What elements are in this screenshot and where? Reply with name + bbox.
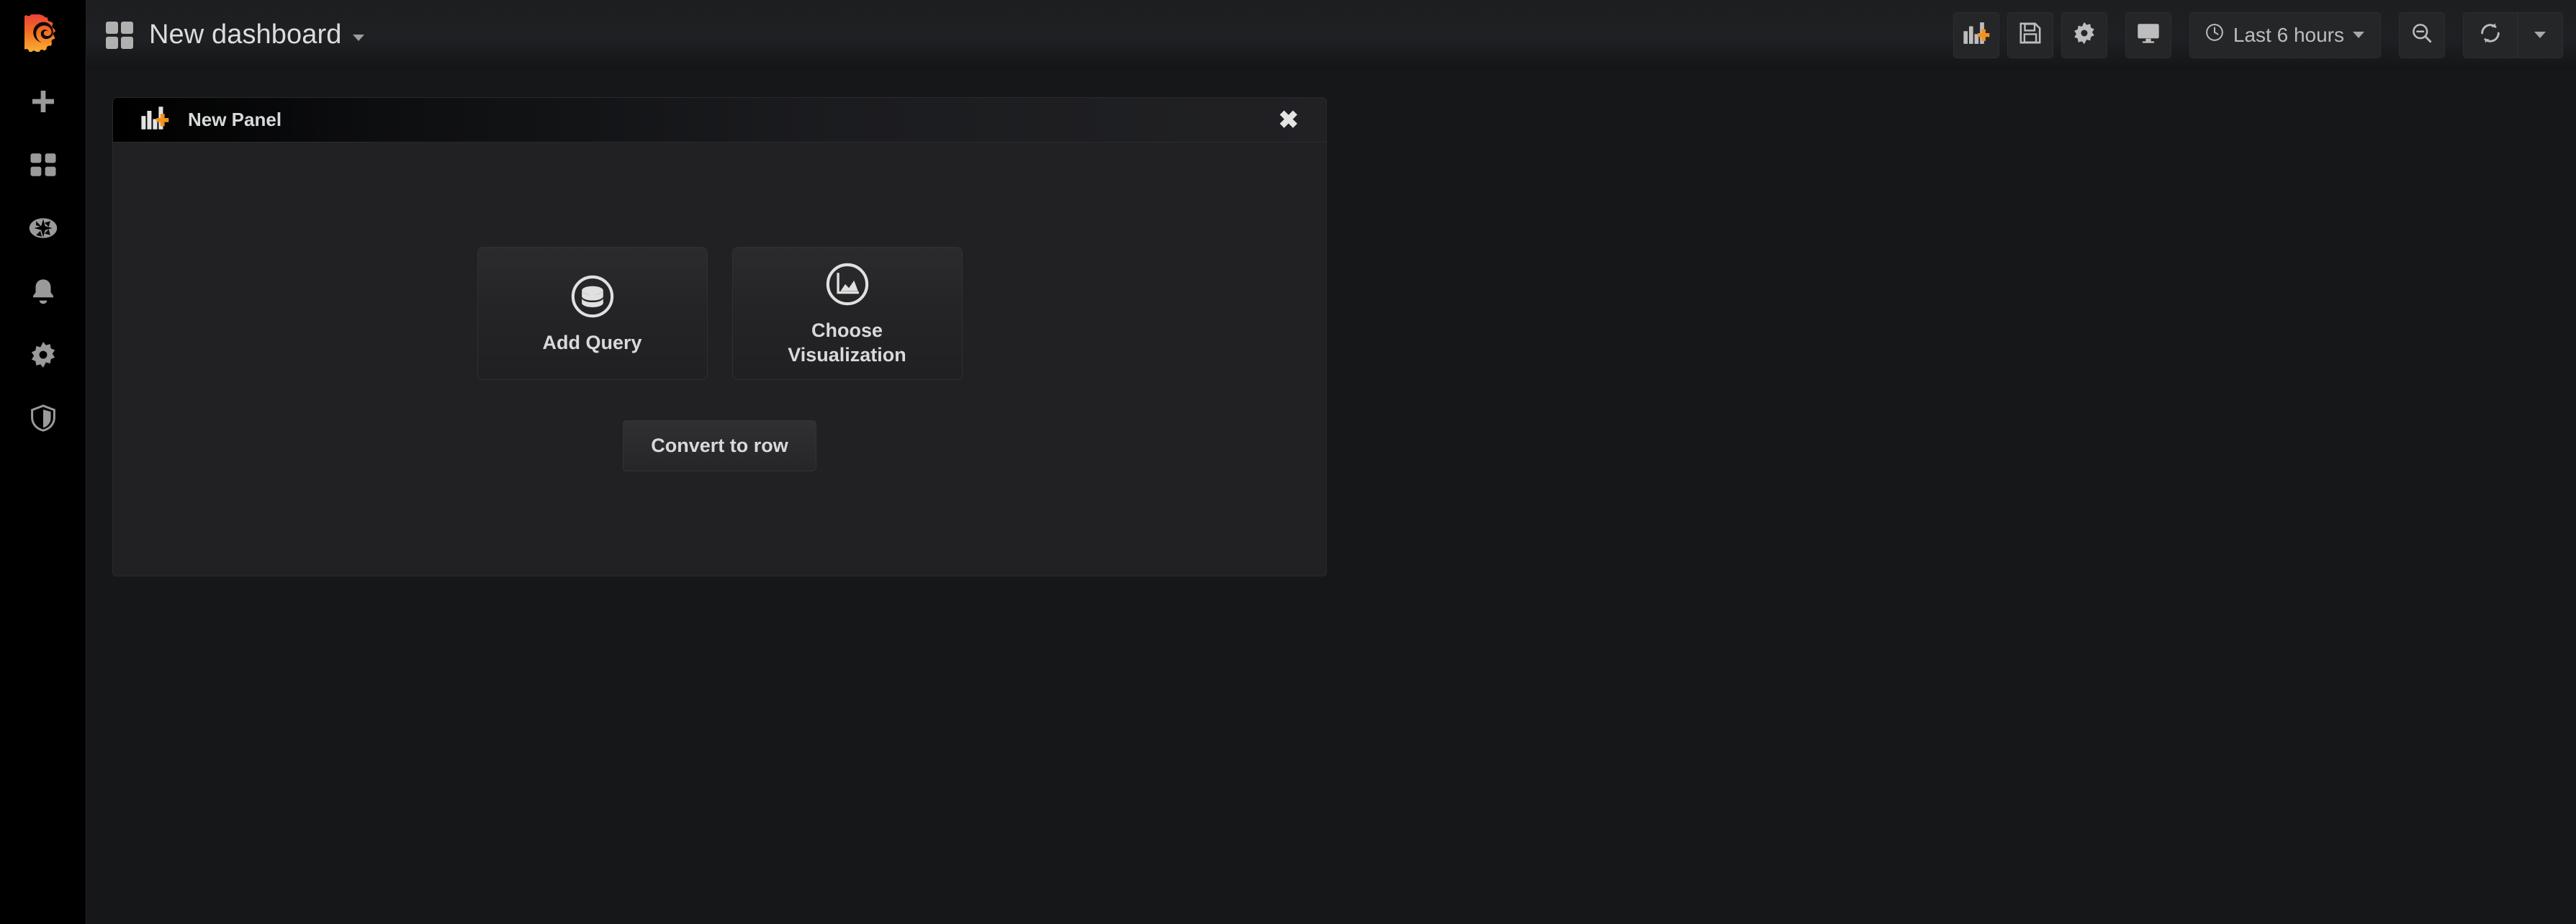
plus-icon xyxy=(29,87,58,116)
zoom-out-button[interactable] xyxy=(2399,12,2445,58)
tv-mode-button[interactable] xyxy=(2125,12,2171,58)
topnav-actions: Last 6 hours xyxy=(1953,12,2576,58)
cv-line1: Choose xyxy=(811,320,883,342)
grafana-logo-icon xyxy=(14,12,62,55)
close-icon[interactable]: ✖ xyxy=(1279,108,1300,132)
gear-icon xyxy=(2071,20,2097,50)
magnifier-minus-icon xyxy=(2410,21,2434,49)
bell-icon xyxy=(28,276,58,307)
add-query-label: Add Query xyxy=(542,332,642,354)
grid-cell xyxy=(106,21,118,34)
convert-to-row-button[interactable]: Convert to row xyxy=(623,420,816,471)
refresh-circular-arrows-icon xyxy=(2478,21,2503,49)
sidebar-item-create[interactable] xyxy=(0,70,86,133)
save-dashboard-button[interactable] xyxy=(2007,12,2053,58)
dashboard-settings-button[interactable] xyxy=(2061,12,2107,58)
sidebar-item-server-admin[interactable] xyxy=(0,386,86,450)
sidebar-item-explore[interactable] xyxy=(0,196,86,260)
database-icon xyxy=(570,274,615,322)
add-query-card[interactable]: Add Query xyxy=(477,247,708,380)
monitor-icon xyxy=(2135,20,2161,50)
cv-line2: Visualization xyxy=(788,344,906,366)
refresh-button[interactable] xyxy=(2464,13,2517,58)
dashboards-grid-icon[interactable] xyxy=(106,21,133,49)
main-sidebar xyxy=(0,0,86,924)
chevron-down-icon xyxy=(2534,32,2546,38)
dashboard-title[interactable]: New dashboard xyxy=(149,19,341,50)
panel-header[interactable]: New Panel ✖ xyxy=(113,98,1326,142)
clock-icon xyxy=(2205,22,2225,47)
compass-icon xyxy=(27,212,59,244)
sidebar-item-configuration[interactable] xyxy=(0,323,86,386)
top-navbar: New dashboard Last 6 hours xyxy=(86,0,2576,70)
time-range-value: Last 6 hours xyxy=(2233,23,2344,46)
sidebar-item-alerting[interactable] xyxy=(0,260,86,323)
sidebar-item-dashboards[interactable] xyxy=(0,133,86,196)
shield-icon xyxy=(28,403,58,433)
grid-cell xyxy=(121,21,133,34)
panel-action-cards: Add Query Choose Visualization xyxy=(477,247,963,380)
grafana-logo-button[interactable] xyxy=(0,0,86,70)
grid-cell xyxy=(121,36,133,49)
panel-title: New Panel xyxy=(188,109,282,130)
add-panel-button[interactable] xyxy=(1953,12,1999,58)
gear-icon xyxy=(28,340,58,370)
panel-body: Add Query Choose Visualization Convert t… xyxy=(113,142,1326,576)
area-chart-icon xyxy=(825,262,870,310)
time-picker[interactable]: Last 6 hours xyxy=(2189,12,2381,58)
add-panel-icon xyxy=(1963,19,1990,50)
grid-cell xyxy=(106,36,118,49)
choose-visualization-label: Choose Visualization xyxy=(788,319,906,368)
dashboards-grid-icon xyxy=(28,150,58,180)
dashboard-canvas: New Panel ✖ Add Query Choose Visualizati… xyxy=(86,70,2576,924)
chevron-down-icon xyxy=(2353,32,2364,38)
panel-new-panel: New Panel ✖ Add Query Choose Visualizati… xyxy=(112,97,1327,576)
add-panel-icon xyxy=(140,104,169,136)
refresh-interval-button[interactable] xyxy=(2518,13,2562,58)
breadcrumb: New dashboard xyxy=(86,19,365,50)
choose-visualization-card[interactable]: Choose Visualization xyxy=(731,247,963,380)
chevron-down-icon[interactable] xyxy=(353,35,365,41)
save-floppy-icon xyxy=(2017,20,2043,50)
refresh-group xyxy=(2463,12,2563,58)
